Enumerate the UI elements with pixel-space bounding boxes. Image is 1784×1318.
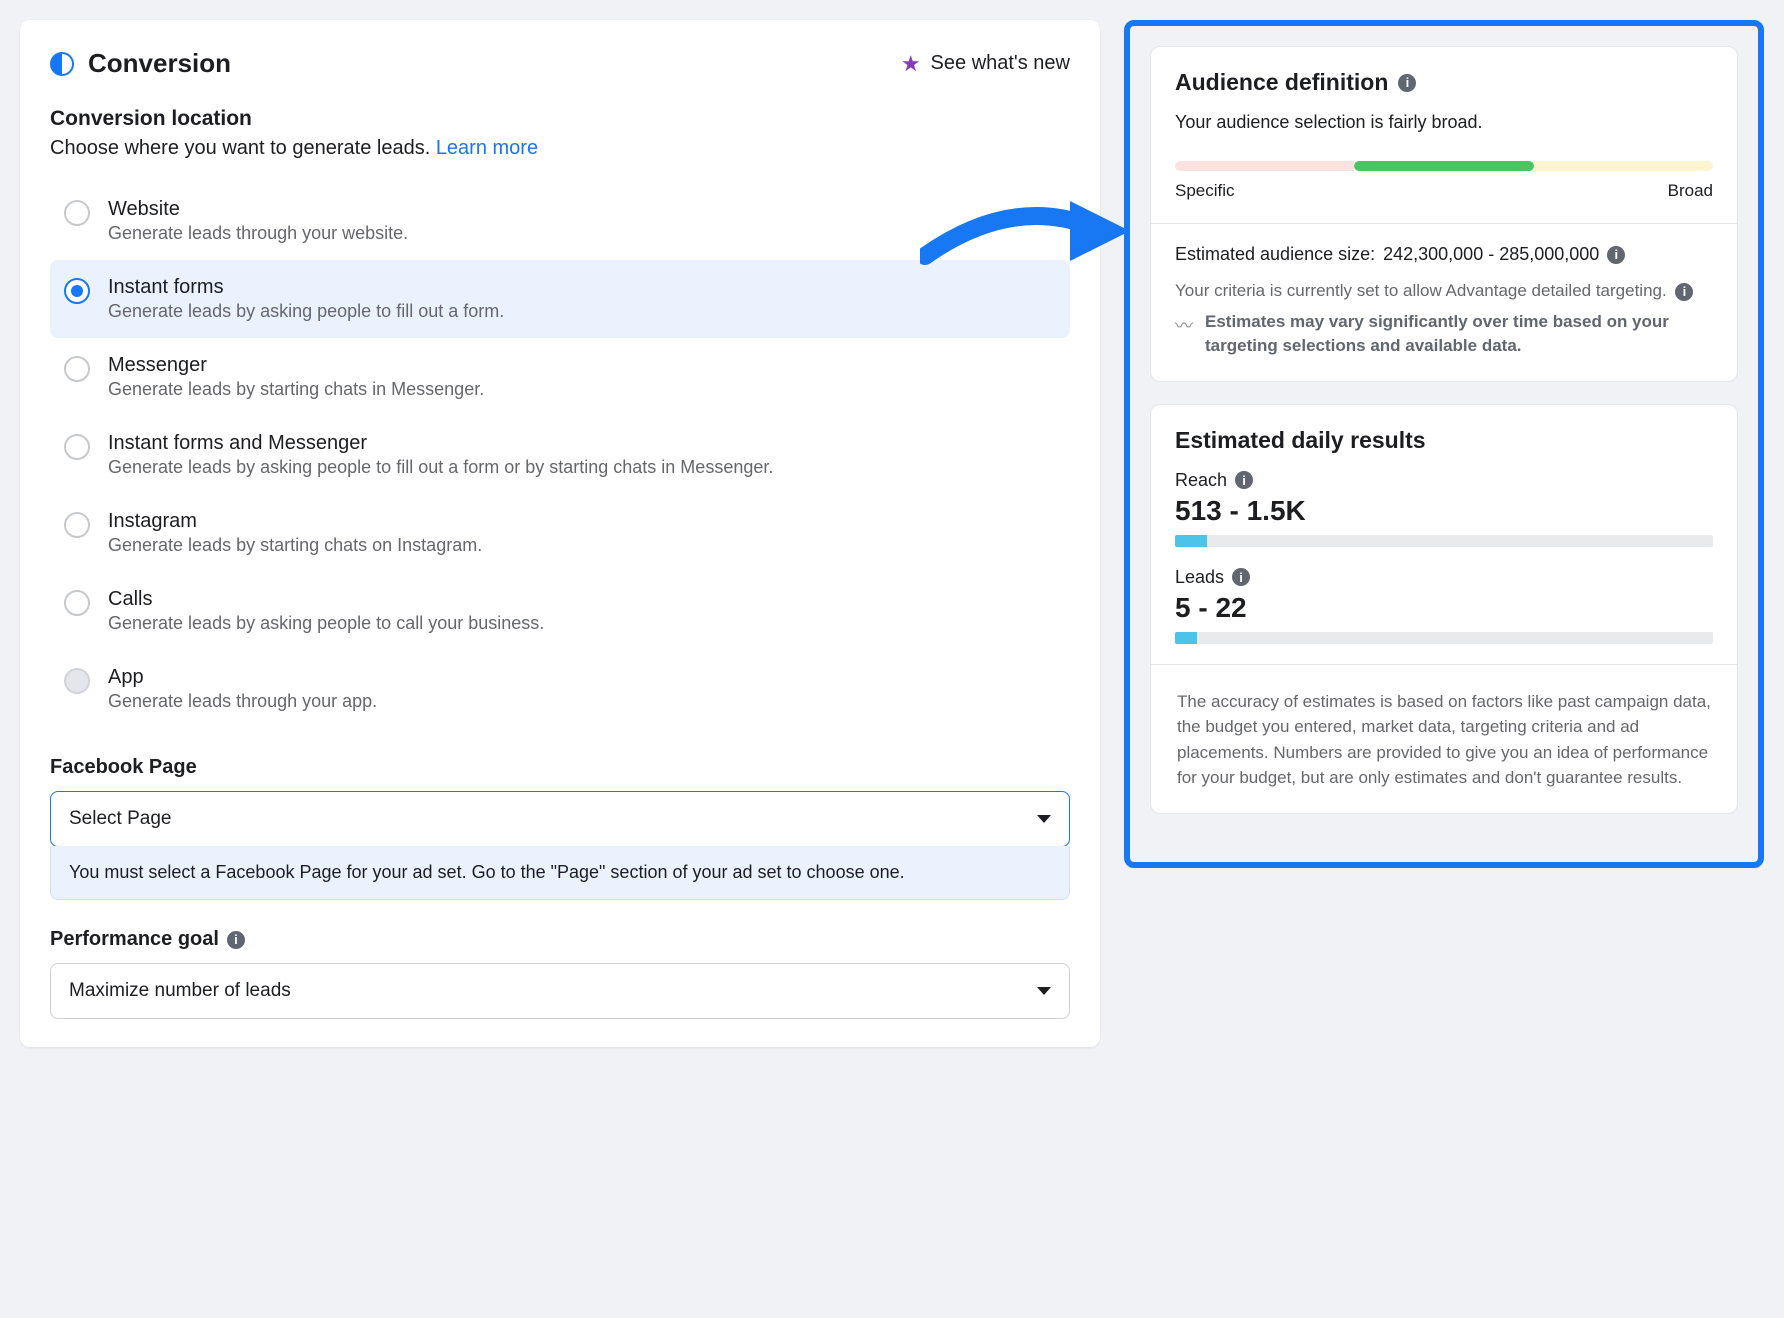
conversion-location-desc: Choose where you want to generate leads.… — [50, 137, 1070, 160]
option-desc: Generate leads through your app. — [108, 691, 377, 712]
radio-icon — [64, 278, 90, 304]
gauge-broad-label: Broad — [1668, 181, 1713, 201]
option-calls[interactable]: Calls Generate leads by asking people to… — [50, 572, 1070, 650]
option-label: App — [108, 666, 377, 689]
option-label: Instant forms — [108, 276, 504, 299]
star-icon: ★ — [901, 51, 921, 77]
info-icon[interactable]: i — [1607, 246, 1625, 264]
info-icon[interactable]: i — [1398, 74, 1416, 92]
radio-icon — [64, 590, 90, 616]
audience-heading: Audience definition i — [1175, 69, 1713, 96]
radio-icon — [64, 512, 90, 538]
audience-gauge — [1175, 161, 1713, 171]
facebook-page-select[interactable]: Select Page — [50, 791, 1070, 847]
info-icon[interactable]: i — [1232, 568, 1250, 586]
option-label: Instagram — [108, 510, 482, 533]
option-label: Calls — [108, 588, 544, 611]
conversion-panel: Conversion ★ See what's new Conversion l… — [20, 20, 1100, 1047]
criteria-note: Your criteria is currently set to allow … — [1175, 279, 1713, 304]
option-desc: Generate leads through your website. — [108, 223, 408, 244]
chevron-down-icon — [1037, 987, 1051, 995]
option-label: Website — [108, 198, 408, 221]
conversion-location-options: Website Generate leads through your webs… — [50, 182, 1070, 728]
estimated-size: Estimated audience size: 242,300,000 - 2… — [1175, 244, 1713, 265]
whats-new-link[interactable]: ★ See what's new — [901, 51, 1070, 77]
option-messenger[interactable]: Messenger Generate leads by starting cha… — [50, 338, 1070, 416]
section-header: Conversion — [50, 48, 231, 79]
radio-icon — [64, 200, 90, 226]
performance-goal-select[interactable]: Maximize number of leads — [50, 963, 1070, 1019]
estimated-size-value: 242,300,000 - 285,000,000 — [1383, 244, 1599, 265]
facebook-page-heading: Facebook Page — [50, 756, 1070, 779]
audience-desc: Your audience selection is fairly broad. — [1175, 112, 1713, 133]
option-instant-forms[interactable]: Instant forms Generate leads by asking p… — [50, 260, 1070, 338]
leads-label: Leads i — [1175, 567, 1713, 588]
leads-value: 5 - 22 — [1175, 592, 1713, 624]
option-label: Messenger — [108, 354, 484, 377]
gauge-labels: Specific Broad — [1175, 181, 1713, 201]
section-title: Conversion — [88, 48, 231, 79]
option-desc: Generate leads by asking people to call … — [108, 613, 544, 634]
conversion-location-heading: Conversion location — [50, 107, 1070, 131]
estimated-daily-results-card: Estimated daily results Reach i 513 - 1.… — [1150, 404, 1738, 814]
leads-bar — [1175, 632, 1713, 644]
radio-icon — [64, 434, 90, 460]
trend-icon: 〰︎ — [1175, 312, 1193, 338]
audience-definition-card: Audience definition i Your audience sele… — [1150, 46, 1738, 382]
radio-icon — [64, 356, 90, 382]
option-desc: Generate leads by starting chats on Inst… — [108, 535, 482, 556]
performance-goal-value: Maximize number of leads — [69, 980, 291, 1002]
option-desc: Generate leads by starting chats in Mess… — [108, 379, 484, 400]
reach-label: Reach i — [1175, 470, 1713, 491]
daily-heading: Estimated daily results — [1175, 427, 1713, 454]
info-icon[interactable]: i — [1675, 283, 1693, 301]
estimates-highlight: Audience definition i Your audience sele… — [1124, 20, 1764, 868]
radio-icon — [64, 668, 90, 694]
info-icon[interactable]: i — [227, 931, 245, 949]
vary-note: Estimates may vary significantly over ti… — [1205, 310, 1713, 359]
option-label: Instant forms and Messenger — [108, 432, 773, 455]
info-icon[interactable]: i — [1235, 471, 1253, 489]
option-instant-forms-messenger[interactable]: Instant forms and Messenger Generate lea… — [50, 416, 1070, 494]
daily-disclaimer: The accuracy of estimates is based on fa… — [1175, 685, 1713, 791]
learn-more-link[interactable]: Learn more — [436, 137, 538, 159]
performance-goal-heading: Performance goal i — [50, 928, 1070, 951]
option-app[interactable]: App Generate leads through your app. — [50, 650, 1070, 728]
facebook-page-placeholder: Select Page — [69, 808, 171, 830]
reach-bar-fill — [1175, 535, 1207, 547]
option-instagram[interactable]: Instagram Generate leads by starting cha… — [50, 494, 1070, 572]
whats-new-label: See what's new — [931, 52, 1070, 75]
leads-bar-fill — [1175, 632, 1197, 644]
gauge-specific-label: Specific — [1175, 181, 1235, 201]
facebook-page-warning: You must select a Facebook Page for your… — [50, 846, 1070, 900]
option-desc: Generate leads by asking people to fill … — [108, 457, 773, 478]
chevron-down-icon — [1037, 815, 1051, 823]
option-website[interactable]: Website Generate leads through your webs… — [50, 182, 1070, 260]
option-desc: Generate leads by asking people to fill … — [108, 301, 504, 322]
conversion-icon — [50, 52, 74, 76]
reach-value: 513 - 1.5K — [1175, 495, 1713, 527]
reach-bar — [1175, 535, 1713, 547]
